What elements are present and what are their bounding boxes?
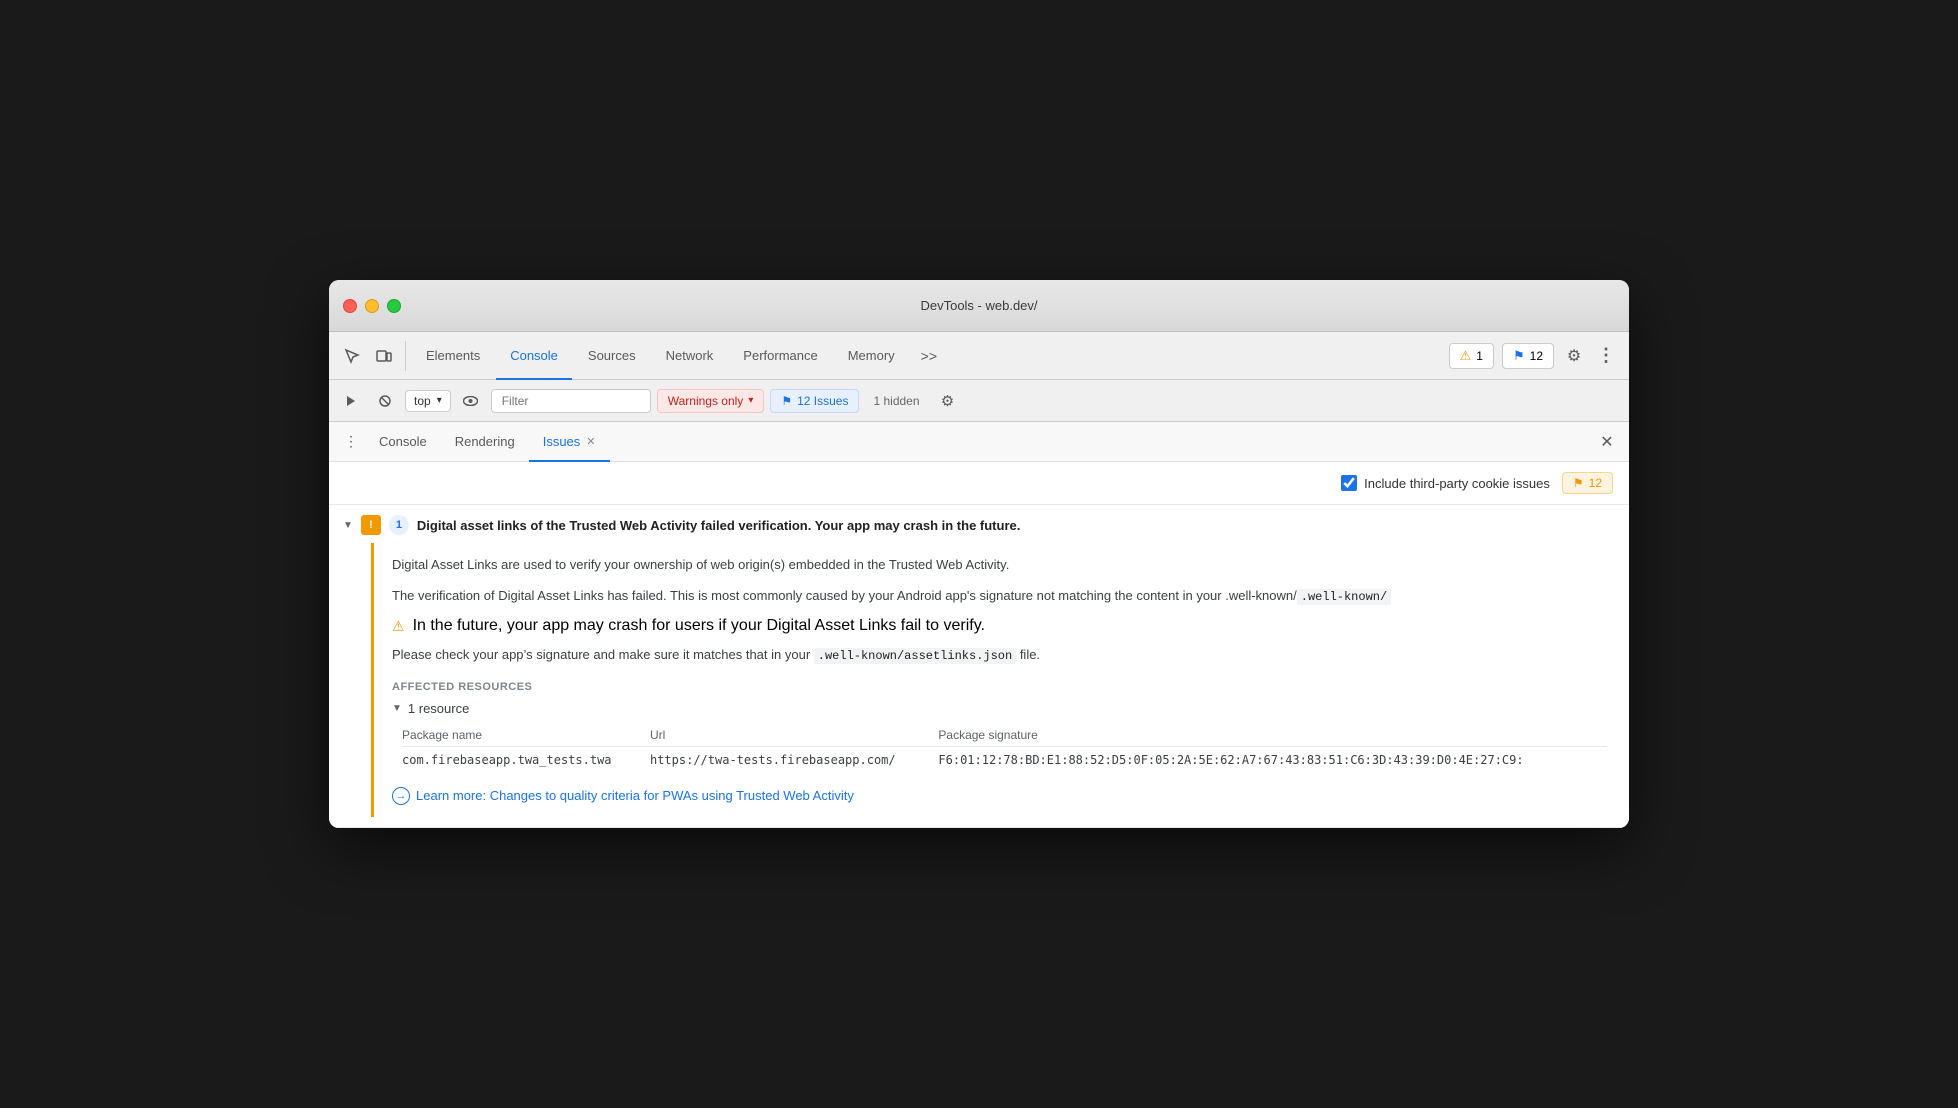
resource-table: Package name Url Package signature com.f… bbox=[402, 724, 1607, 773]
issues-total-count: 12 bbox=[1589, 476, 1602, 490]
title-bar: DevTools - web.dev/ bbox=[329, 280, 1629, 332]
tab-sources[interactable]: Sources bbox=[574, 332, 650, 380]
third-party-cookie-text: Include third-party cookie issues bbox=[1364, 476, 1550, 491]
well-known-code: .well-known/ bbox=[1297, 589, 1391, 605]
window-title: DevTools - web.dev/ bbox=[920, 298, 1037, 313]
issue-title: Digital asset links of the Trusted Web A… bbox=[417, 518, 1020, 533]
cell-url: https://twa-tests.firebaseapp.com/ bbox=[650, 746, 938, 773]
context-value: top bbox=[414, 394, 431, 408]
resource-count-label: 1 resource bbox=[408, 701, 469, 716]
cell-package-name: com.firebaseapp.twa_tests.twa bbox=[402, 746, 650, 773]
panel-menu-button[interactable]: ⋮ bbox=[337, 428, 365, 456]
issue-count-circle: 1 bbox=[389, 515, 409, 535]
context-selector[interactable]: top ▾ bbox=[405, 390, 451, 412]
issues-toolbar-badge[interactable]: ⚑ 12 bbox=[1502, 343, 1554, 369]
close-icon: ✕ bbox=[1600, 432, 1613, 452]
panel-close-button[interactable]: ✕ bbox=[1593, 428, 1621, 456]
bottom-panel: ⋮ Console Rendering Issues ✕ ✕ bbox=[329, 422, 1629, 827]
tab-performance[interactable]: Performance bbox=[729, 332, 831, 380]
issue-para3: Please check your app’s signature and ma… bbox=[392, 645, 1597, 666]
devtools-window: DevTools - web.dev/ Elements Console Sou… bbox=[329, 280, 1629, 827]
issue-item: ▼ ! 1 Digital asset links of the Trusted… bbox=[329, 505, 1629, 827]
gear-icon: ⚙ bbox=[1567, 346, 1581, 366]
warning-badge[interactable]: ⚠ 1 bbox=[1449, 343, 1494, 369]
eye-icon-button[interactable] bbox=[457, 387, 485, 415]
learn-more-text: Learn more: Changes to quality criteria … bbox=[416, 788, 854, 803]
issues-flag-icon: ⚑ bbox=[781, 394, 792, 408]
issue-body: Digital Asset Links are used to verify y… bbox=[371, 543, 1615, 816]
console-gear-icon: ⚙ bbox=[941, 392, 954, 410]
issue-toggle-arrow[interactable]: ▼ bbox=[343, 520, 353, 531]
learn-more-link[interactable]: → Learn more: Changes to quality criteri… bbox=[392, 787, 1597, 805]
tab-elements[interactable]: Elements bbox=[412, 332, 494, 380]
third-party-cookie-label[interactable]: Include third-party cookie issues bbox=[1341, 475, 1550, 491]
col-signature: Package signature bbox=[938, 724, 1607, 747]
filter-input[interactable] bbox=[491, 389, 651, 413]
issue-header[interactable]: ▼ ! 1 Digital asset links of the Trusted… bbox=[343, 515, 1615, 535]
device-toolbar-button[interactable] bbox=[369, 341, 399, 371]
toolbar-divider-1 bbox=[405, 341, 406, 371]
settings-button[interactable]: ⚙ bbox=[1559, 341, 1589, 371]
tab-panel-console[interactable]: Console bbox=[365, 422, 441, 462]
col-url: Url bbox=[650, 724, 938, 747]
tab-panel-rendering[interactable]: Rendering bbox=[441, 422, 529, 462]
issues-warning-icon: ⚑ bbox=[1573, 476, 1584, 490]
warning-count: 1 bbox=[1476, 349, 1483, 363]
affected-resources: AFFECTED RESOURCES ▼ 1 resource Package … bbox=[392, 681, 1597, 773]
circle-arrow-icon: → bbox=[392, 787, 410, 805]
third-party-cookie-checkbox[interactable] bbox=[1341, 475, 1357, 491]
devtools-toolbar2: top ▾ Warnings only ▾ ⚑ 12 Issues 1 hidd… bbox=[329, 380, 1629, 422]
affected-resources-title: AFFECTED RESOURCES bbox=[392, 681, 1597, 693]
warnings-dropdown[interactable]: Warnings only ▾ bbox=[657, 389, 765, 413]
issues-count-badge: ⚑ 12 bbox=[1562, 472, 1613, 494]
inspect-element-button[interactable] bbox=[337, 341, 367, 371]
issues-tab-close-button[interactable]: ✕ bbox=[586, 435, 595, 448]
run-script-button[interactable] bbox=[337, 387, 365, 415]
warning-triangle-icon: ⚠ bbox=[392, 618, 405, 635]
issues-content: ▼ ! 1 Digital asset links of the Trusted… bbox=[329, 505, 1629, 827]
more-icon: ⋮ bbox=[1597, 345, 1615, 366]
hidden-count: 1 hidden bbox=[865, 394, 927, 408]
issues-header: Include third-party cookie issues ⚑ 12 bbox=[329, 462, 1629, 505]
console-settings-button[interactable]: ⚙ bbox=[934, 387, 962, 415]
table-row: com.firebaseapp.twa_tests.twa https://tw… bbox=[402, 746, 1607, 773]
issues-badge[interactable]: ⚑ 12 Issues bbox=[770, 389, 859, 413]
issue-warning-line: ⚠ In the future, your app may crash for … bbox=[392, 617, 1597, 635]
issues-toolbar-count: 12 bbox=[1530, 349, 1543, 363]
col-package-name: Package name bbox=[402, 724, 650, 747]
cell-signature: F6:01:12:78:BD:E1:88:52:D5:0F:05:2A:5E:6… bbox=[938, 746, 1607, 773]
issue-para2: The verification of Digital Asset Links … bbox=[392, 586, 1597, 607]
clear-console-button[interactable] bbox=[371, 387, 399, 415]
more-options-button[interactable]: ⋮ bbox=[1591, 341, 1621, 371]
resource-toggle[interactable]: ▼ 1 resource bbox=[392, 701, 1597, 716]
panel-tabs: ⋮ Console Rendering Issues ✕ ✕ bbox=[329, 422, 1629, 462]
minimize-button[interactable] bbox=[365, 299, 379, 313]
warnings-label: Warnings only bbox=[668, 394, 744, 408]
maximize-button[interactable] bbox=[387, 299, 401, 313]
issues-count-label: 12 Issues bbox=[797, 394, 848, 408]
assetlinks-code: .well-known/assetlinks.json bbox=[814, 648, 1016, 664]
tab-console[interactable]: Console bbox=[496, 332, 572, 380]
window-controls bbox=[343, 299, 401, 313]
issue-para1: Digital Asset Links are used to verify y… bbox=[392, 555, 1597, 576]
flag-icon: ⚑ bbox=[1513, 348, 1525, 364]
warnings-chevron-icon: ▾ bbox=[748, 395, 753, 406]
tab-panel-issues[interactable]: Issues ✕ bbox=[529, 422, 610, 462]
tab-memory[interactable]: Memory bbox=[834, 332, 909, 380]
more-tabs-button[interactable]: >> bbox=[911, 348, 947, 364]
devtools-body: Elements Console Sources Network Perform… bbox=[329, 332, 1629, 827]
chevron-down-icon: ▾ bbox=[437, 395, 442, 406]
tab-network[interactable]: Network bbox=[652, 332, 728, 380]
three-dots-icon: ⋮ bbox=[344, 433, 358, 450]
warning-icon: ⚠ bbox=[1460, 348, 1472, 364]
devtools-toolbar: Elements Console Sources Network Perform… bbox=[329, 332, 1629, 380]
issue-warning-icon: ! bbox=[361, 515, 381, 535]
issue-warning-text: In the future, your app may crash for us… bbox=[413, 617, 985, 635]
resource-toggle-arrow: ▼ bbox=[392, 703, 402, 714]
close-button[interactable] bbox=[343, 299, 357, 313]
